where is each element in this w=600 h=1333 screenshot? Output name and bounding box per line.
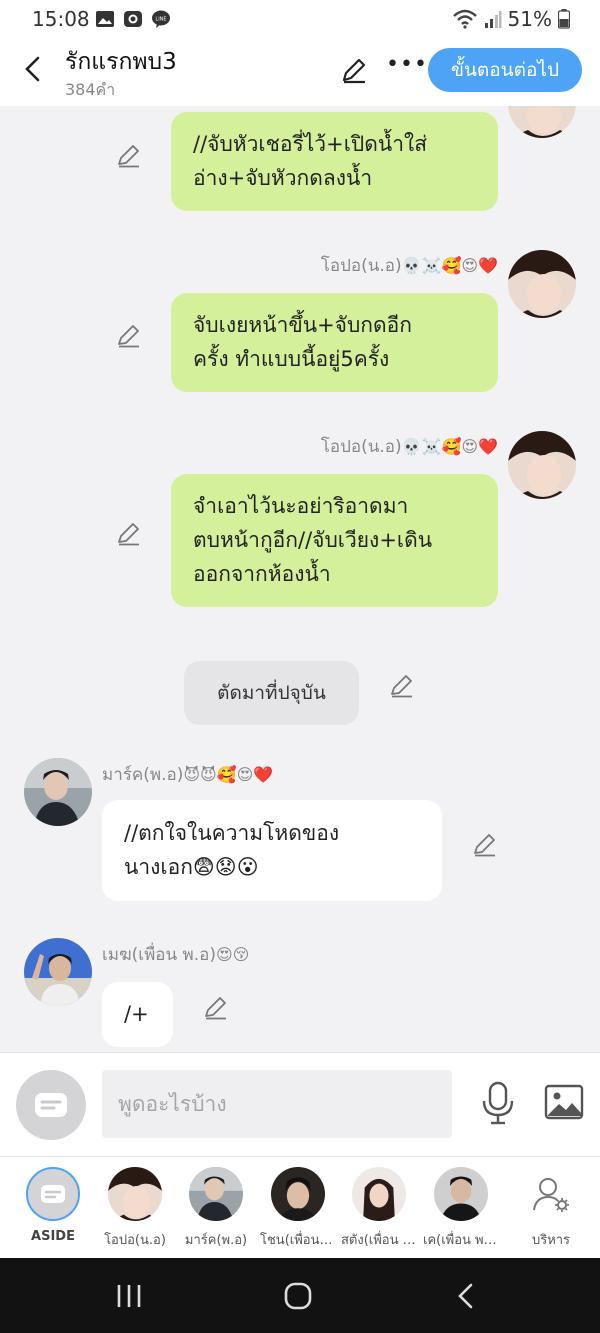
microphone-icon[interactable]: [480, 1081, 516, 1125]
word-count: 384คำ: [65, 80, 116, 99]
edit-message-icon[interactable]: [116, 322, 142, 348]
avatar: [434, 1167, 488, 1221]
chat-area[interactable]: //จับหัวเชอรี่ไว้+เปิดน้ำใส่ อ่าง+จับหัว…: [0, 106, 600, 1052]
avatar: [108, 1167, 162, 1221]
image-upload-icon[interactable]: [544, 1083, 584, 1121]
avatar: [352, 1167, 406, 1221]
character-chon[interactable]: โชน(เพื่อน พ.อ): [260, 1167, 336, 1250]
message-line: ออกจากห้องน้ำ: [193, 562, 331, 586]
speaker-name: มาร์ค(พ.อ)😈😈🥰😍❤️: [102, 765, 274, 785]
chat-bubble-icon: [41, 1185, 65, 1203]
speaker-emoji: 😍😚: [215, 945, 250, 964]
edit-message-icon[interactable]: [116, 520, 142, 546]
message-composer: [0, 1052, 600, 1156]
message-line: //จับหัวเชอรี่ไว้+เปิดน้ำใส่: [193, 132, 428, 156]
line-app-notification-icon: LINE: [152, 10, 170, 28]
battery-percent: 51%: [507, 7, 552, 31]
message-line: //ตกใจในความโหดของ: [124, 821, 340, 845]
gallery-notification-icon: [96, 11, 114, 27]
aside-avatar: [26, 1167, 80, 1221]
edit-message-icon[interactable]: [472, 831, 498, 857]
message-bubble[interactable]: //ตกใจในความโหดของ นางเอก😨😟😮: [102, 800, 442, 901]
back-arrow-icon[interactable]: [18, 54, 48, 84]
manage-icon-wrap: [524, 1167, 578, 1221]
message-input[interactable]: [102, 1070, 452, 1138]
speaker-name: เมฆ(เพื่อน พ.อ)😍😚: [102, 945, 250, 965]
character-label: เค(เพื่อน พ.อ): [423, 1233, 499, 1248]
manage-characters[interactable]: บริหาร: [513, 1167, 589, 1250]
speaker-emoji: 😈😈🥰😍❤️: [183, 765, 274, 784]
character-mark[interactable]: มาร์ค(พ.อ): [178, 1167, 254, 1250]
character-satang[interactable]: สตัง(เพื่อน น.อ): [341, 1167, 417, 1250]
character-label: โชน(เพื่อน พ.อ): [260, 1233, 336, 1248]
message-bubble[interactable]: จำเอาไว้นะอย่าริอาดมา ตบหน้ากูอีก//จับเว…: [171, 474, 498, 607]
svg-text:LINE: LINE: [155, 17, 166, 23]
avatar-mek[interactable]: [24, 938, 92, 1006]
message-line: นางเอก😨😟😮: [124, 855, 259, 879]
speaker-emoji: 💀☠️🥰😍❤️: [401, 256, 498, 275]
edit-title-icon[interactable]: [340, 56, 368, 84]
character-label: มาร์ค(พ.อ): [184, 1233, 248, 1248]
story-title: รักแรกพบ3: [65, 49, 177, 75]
edit-message-icon[interactable]: [116, 142, 142, 168]
narration-bubble[interactable]: ตัดมาที่ปจุบัน: [184, 661, 359, 725]
edit-message-icon[interactable]: [203, 994, 229, 1020]
status-bar: 15:08 LINE 51%: [0, 0, 600, 38]
more-options-icon[interactable]: •••: [386, 52, 428, 77]
character-label: โอปอ(น.อ): [104, 1233, 166, 1248]
character-aside[interactable]: ASIDE: [15, 1167, 91, 1244]
speaker-name: โอปอ(น.อ)💀☠️🥰😍❤️: [320, 256, 498, 276]
signal-icon: [484, 11, 502, 28]
message-line: จำเอาไว้นะอย่าริอาดมา: [193, 494, 409, 518]
recent-apps-icon[interactable]: [114, 1282, 144, 1310]
avatar-mark[interactable]: [24, 758, 92, 826]
avatar: [189, 1167, 243, 1221]
message-line: ครั้ง ทำแบบนี้อยู่5ครั้ง: [193, 347, 390, 371]
character-label: ASIDE: [31, 1229, 75, 1244]
person-settings-icon: [533, 1178, 569, 1212]
system-navigation-bar: [0, 1258, 600, 1333]
avatar: [271, 1167, 325, 1221]
avatar-opor: [508, 106, 576, 138]
notification-icons: LINE: [95, 9, 171, 29]
avatar-opor[interactable]: [508, 250, 576, 318]
character-bar: ASIDE โอปอ(น.อ) มาร์ค(พ.อ) โชน(เพื่อน พ.…: [0, 1156, 600, 1258]
character-label: สตัง(เพื่อน น.อ): [341, 1233, 417, 1248]
home-icon[interactable]: [283, 1282, 313, 1310]
message-bubble[interactable]: /+: [102, 982, 173, 1047]
message-line: /+: [124, 1002, 149, 1026]
message-line: จับเงยหน้าขึ้น+จับกดอีก: [193, 313, 412, 337]
battery-icon: [558, 9, 570, 29]
avatar-opor[interactable]: [508, 431, 576, 499]
character-k[interactable]: เค(เพื่อน พ.อ): [423, 1167, 499, 1250]
message-bubble[interactable]: จับเงยหน้าขึ้น+จับกดอีก ครั้ง ทำแบบนี้อย…: [171, 293, 498, 392]
character-opor[interactable]: โอปอ(น.อ): [97, 1167, 173, 1250]
chat-bubble-icon: [35, 1093, 67, 1117]
app-header: รักแรกพบ3 384คำ ••• ขั้นตอนต่อไป: [0, 38, 600, 106]
character-label: บริหาร: [531, 1233, 571, 1248]
next-step-button[interactable]: ขั้นตอนต่อไป: [428, 48, 582, 92]
back-nav-icon[interactable]: [454, 1282, 478, 1310]
aside-toggle-button[interactable]: [16, 1070, 86, 1140]
camera-notification-icon: [124, 11, 142, 27]
edit-message-icon[interactable]: [389, 672, 415, 698]
speaker-name: โอปอ(น.อ)💀☠️🥰😍❤️: [320, 437, 498, 457]
message-line: ตบหน้ากูอีก//จับเวียง+เดิน: [193, 528, 433, 552]
message-bubble[interactable]: //จับหัวเชอรี่ไว้+เปิดน้ำใส่ อ่าง+จับหัว…: [171, 112, 498, 211]
speaker-emoji: 💀☠️🥰😍❤️: [401, 437, 498, 456]
message-line: อ่าง+จับหัวกดลงน้ำ: [193, 166, 373, 190]
status-right: 51%: [452, 7, 570, 31]
status-time: 15:08: [32, 7, 90, 31]
wifi-icon: [452, 9, 477, 29]
